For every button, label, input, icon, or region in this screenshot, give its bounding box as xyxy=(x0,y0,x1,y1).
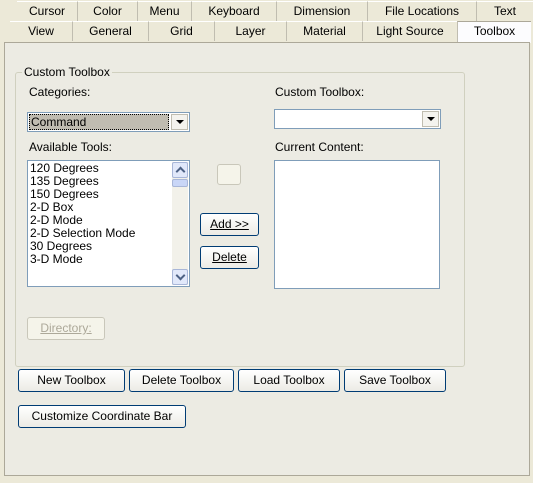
current-content-label: Current Content: xyxy=(275,140,364,154)
tab-row-2: View General Grid Layer Material Light S… xyxy=(0,21,533,43)
chevron-down-icon[interactable] xyxy=(171,114,188,130)
list-item[interactable]: 3-D Mode xyxy=(28,253,189,266)
custom-toolbox-value xyxy=(276,111,420,127)
add-button[interactable]: Add >> xyxy=(200,213,259,236)
custom-toolbox-label: Custom Toolbox: xyxy=(275,85,365,99)
tab-grid[interactable]: Grid xyxy=(148,21,214,41)
directory-label: Directory: xyxy=(40,321,92,335)
customize-coordinate-bar-button[interactable]: Customize Coordinate Bar xyxy=(18,405,186,428)
tab-file-locations[interactable]: File Locations xyxy=(367,1,476,21)
current-content-list[interactable] xyxy=(274,160,440,289)
tab-toolbox[interactable]: Toolbox xyxy=(457,21,531,43)
categories-value: Command xyxy=(29,114,169,130)
chevron-down-icon[interactable] xyxy=(422,111,439,127)
toolbox-panel: Custom Toolbox Categories: Command Avail… xyxy=(4,42,530,476)
tab-layer[interactable]: Layer xyxy=(214,21,286,41)
tab-cursor[interactable]: Cursor xyxy=(17,1,77,21)
tab-material[interactable]: Material xyxy=(286,21,362,41)
save-toolbox-button[interactable]: Save Toolbox xyxy=(344,369,446,392)
tab-dimension[interactable]: Dimension xyxy=(276,1,367,21)
directory-button[interactable]: Directory: xyxy=(27,317,105,340)
blank-button[interactable] xyxy=(217,164,241,185)
tab-keyboard[interactable]: Keyboard xyxy=(191,1,276,21)
group-title: Custom Toolbox xyxy=(24,65,110,79)
scroll-down-icon[interactable] xyxy=(172,269,188,285)
load-toolbox-button[interactable]: Load Toolbox xyxy=(238,369,340,392)
new-toolbox-button[interactable]: New Toolbox xyxy=(18,369,125,392)
available-tools-list[interactable]: 120 Degrees 135 Degrees 150 Degrees 2-D … xyxy=(27,160,190,287)
tab-menu[interactable]: Menu xyxy=(137,1,191,21)
add-label: Add >> xyxy=(210,217,249,231)
tab-color[interactable]: Color xyxy=(77,1,137,21)
scroll-up-icon[interactable] xyxy=(172,162,188,178)
delete-button[interactable]: Delete xyxy=(200,246,259,269)
tab-light-source[interactable]: Light Source xyxy=(362,21,457,41)
categories-label: Categories: xyxy=(29,85,91,99)
delete-label: Delete xyxy=(212,250,247,264)
tab-view[interactable]: View xyxy=(10,21,72,41)
vertical-scrollbar[interactable] xyxy=(172,162,188,285)
tab-text[interactable]: Text xyxy=(476,1,533,21)
categories-dropdown[interactable]: Command xyxy=(27,112,190,132)
tab-general[interactable]: General xyxy=(72,21,148,41)
scroll-thumb[interactable] xyxy=(172,179,188,187)
available-tools-label: Available Tools: xyxy=(29,140,112,154)
delete-toolbox-button[interactable]: Delete Toolbox xyxy=(129,369,234,392)
tab-row-1: Cursor Color Menu Keyboard Dimension Fil… xyxy=(0,1,533,21)
custom-toolbox-dropdown[interactable] xyxy=(274,109,441,129)
